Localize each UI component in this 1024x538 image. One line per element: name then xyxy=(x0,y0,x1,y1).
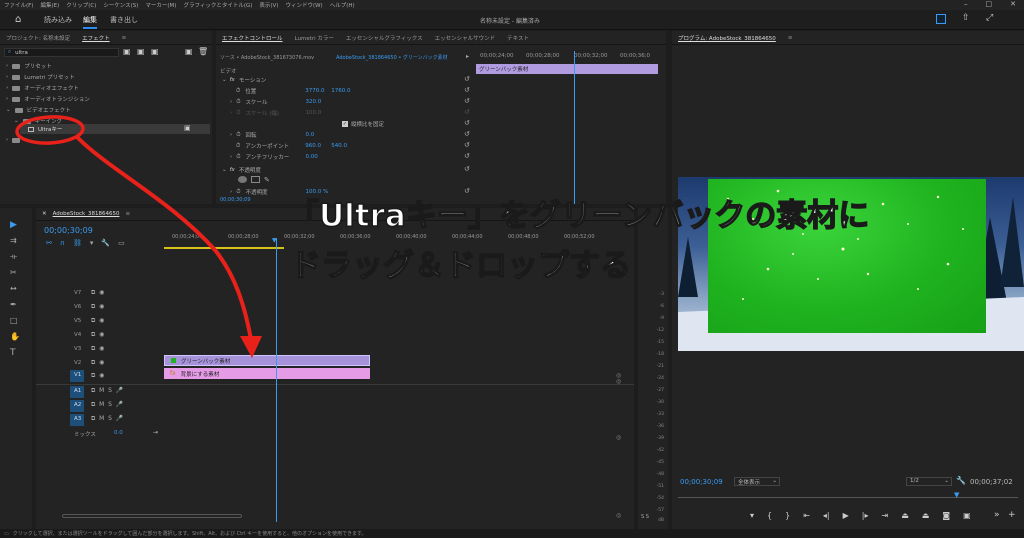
overlay-headline-line2: ドラッグ＆ドロップする xyxy=(289,247,632,285)
overlay-headline-line1: 「Ultraキー」をグリーンバックの素材に xyxy=(287,197,870,235)
